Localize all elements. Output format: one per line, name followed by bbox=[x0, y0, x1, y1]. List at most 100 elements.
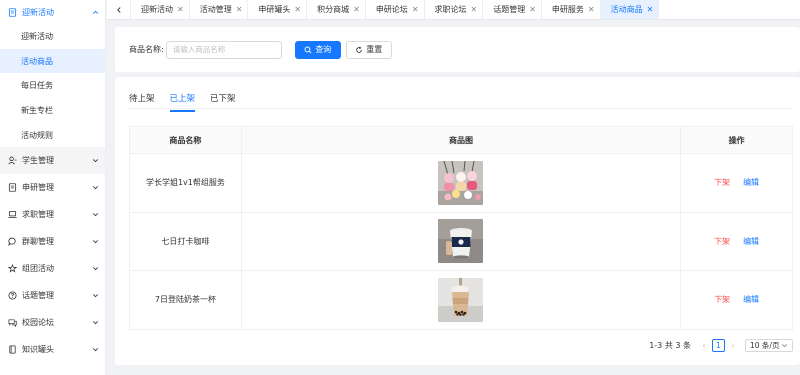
edit-link[interactable]: 编辑 bbox=[743, 295, 759, 304]
tab-job-forum[interactable]: 求职论坛 ✕ bbox=[425, 0, 484, 19]
close-icon[interactable]: ✕ bbox=[412, 5, 419, 14]
delist-link[interactable]: 下架 bbox=[714, 178, 730, 187]
close-icon[interactable]: ✕ bbox=[529, 5, 536, 14]
close-icon[interactable]: ✕ bbox=[353, 5, 360, 14]
sidebar-group-label: 迎新活动 bbox=[22, 7, 54, 17]
tab-grad-services[interactable]: 申研服务 ✕ bbox=[542, 0, 601, 19]
product-name-cell: 七日打卡咖啡 bbox=[129, 211, 242, 271]
product-image-cell bbox=[240, 270, 682, 330]
sidebar-group-label: 校园论坛 bbox=[22, 318, 54, 328]
sidebar-item-freshman-column[interactable]: 新生专栏 bbox=[0, 98, 105, 123]
tab-label: 申研论坛 bbox=[375, 5, 408, 14]
tab-label: 迎新活动 bbox=[141, 5, 173, 14]
sidebar-item-activity-products[interactable]: 活动商品 bbox=[0, 48, 105, 74]
close-icon[interactable]: ✕ bbox=[177, 5, 184, 14]
tab-label: 申研服务 bbox=[551, 5, 584, 14]
close-icon[interactable]: ✕ bbox=[294, 5, 301, 14]
chevron-down-icon bbox=[782, 344, 787, 348]
prev-page-icon[interactable]: ‹ bbox=[698, 341, 710, 350]
tab-points-mall[interactable]: 积分商城 ✕ bbox=[307, 0, 366, 19]
document-icon bbox=[8, 183, 17, 193]
table-row: 学长学姐1v1帮组服务 下架 编辑 bbox=[129, 153, 793, 213]
chevron-left-icon[interactable] bbox=[107, 0, 131, 19]
sidebar-group-label: 申研管理 bbox=[22, 183, 54, 193]
chevron-down-icon bbox=[92, 184, 99, 191]
sidebar-group-jobs[interactable]: 求职管理 bbox=[0, 201, 105, 228]
tab-grad-cans[interactable]: 申研罐头 ✕ bbox=[248, 0, 308, 19]
tab-grad-forum[interactable]: 申研论坛 ✕ bbox=[366, 0, 425, 19]
search-panel: 商品名称: 查询 重置 bbox=[115, 27, 800, 72]
chevron-down-icon bbox=[92, 211, 99, 218]
tab-pending[interactable]: 待上架 bbox=[129, 88, 155, 108]
search-icon bbox=[304, 46, 312, 54]
product-name-input[interactable] bbox=[165, 40, 282, 59]
sidebar-group-knowledge[interactable]: 知识罐头 bbox=[0, 336, 105, 363]
sidebar-group-welcome[interactable]: 迎新活动 bbox=[0, 0, 105, 24]
chevron-down-icon bbox=[92, 292, 99, 299]
close-icon[interactable]: ✕ bbox=[647, 5, 654, 14]
close-icon[interactable]: ✕ bbox=[236, 5, 243, 14]
refresh-icon bbox=[356, 46, 363, 53]
sidebar-group-label: 求职管理 bbox=[22, 210, 54, 220]
product-name-cell: 7日登陆奶茶一杯 bbox=[129, 270, 242, 330]
page-size-select[interactable]: 10 条/页 bbox=[745, 339, 793, 352]
page-number[interactable]: 1 bbox=[712, 339, 725, 352]
coffee-cup-photo bbox=[438, 219, 484, 264]
header-product-image: 商品图 bbox=[240, 126, 682, 154]
sidebar-group-grad-application[interactable]: 申研管理 bbox=[0, 174, 105, 201]
sidebar-group-campus-forum[interactable]: 校园论坛 bbox=[0, 309, 105, 336]
reset-button[interactable]: 重置 bbox=[345, 40, 392, 59]
tab-label: 求职论坛 bbox=[434, 5, 467, 14]
edit-link[interactable]: 编辑 bbox=[743, 237, 759, 246]
product-image-cell bbox=[240, 153, 682, 213]
sidebar-item-daily-tasks[interactable]: 每日任务 bbox=[0, 73, 105, 98]
sidebar: 迎新活动 迎新活动 活动商品 每日任务 新生专栏 活动规则 学生管理 申研管理 … bbox=[0, 0, 106, 375]
operations-cell: 下架 编辑 bbox=[680, 270, 793, 330]
sidebar-group-label: 群聊管理 bbox=[22, 237, 54, 247]
query-button[interactable]: 查询 bbox=[294, 40, 341, 59]
document-icon bbox=[8, 7, 17, 17]
products-table: 商品名称 商品图 操作 学长学姐1v1帮组服务 下架 编辑 七日打卡咖啡 下架 … bbox=[129, 126, 793, 330]
edit-link[interactable]: 编辑 bbox=[743, 178, 759, 187]
sidebar-item-welcome-activity[interactable]: 迎新活动 bbox=[0, 24, 105, 49]
operations-cell: 下架 编辑 bbox=[680, 211, 793, 271]
question-icon bbox=[8, 291, 17, 300]
tab-activity-management[interactable]: 活动管理 ✕ bbox=[190, 0, 249, 19]
product-image-cell bbox=[240, 211, 682, 271]
delist-link[interactable]: 下架 bbox=[714, 295, 730, 304]
sidebar-item-activity-rules[interactable]: 活动规则 bbox=[0, 123, 105, 148]
delist-link[interactable]: 下架 bbox=[714, 237, 730, 246]
header-operations: 操作 bbox=[680, 126, 793, 154]
chevron-down-icon bbox=[92, 319, 99, 326]
tab-listed[interactable]: 已上架 bbox=[169, 88, 195, 112]
sidebar-group-students[interactable]: 学生管理 bbox=[0, 147, 105, 175]
sidebar-group-label: 话题管理 bbox=[22, 291, 54, 301]
tab-activity-products[interactable]: 活动商品 ✕ bbox=[600, 0, 660, 19]
close-icon[interactable]: ✕ bbox=[588, 5, 595, 14]
tabs-divider bbox=[129, 108, 793, 109]
sidebar-group-topics[interactable]: 话题管理 bbox=[0, 282, 105, 309]
next-page-icon[interactable]: › bbox=[727, 341, 739, 350]
group-icon bbox=[8, 264, 17, 274]
tab-delisted[interactable]: 已下架 bbox=[210, 88, 236, 108]
laptop-icon bbox=[8, 210, 17, 219]
tab-label: 活动商品 bbox=[610, 5, 643, 14]
user-icon bbox=[8, 156, 17, 165]
tab-welcome-activity[interactable]: 迎新活动 ✕ bbox=[131, 0, 190, 19]
sidebar-group-team-activities[interactable]: 组团活动 bbox=[0, 255, 105, 282]
tab-strip: 迎新活动 ✕ 活动管理 ✕ 申研罐头 ✕ 积分商城 ✕ 申研论坛 ✕ 求职论坛 ✕ 话题管理… bbox=[107, 0, 800, 20]
table-row: 七日打卡咖啡 下架 编辑 bbox=[129, 211, 793, 271]
chevron-down-icon bbox=[92, 265, 99, 272]
sidebar-group-group-chats[interactable]: 群聊管理 bbox=[0, 228, 105, 255]
tab-topic-management[interactable]: 话题管理 ✕ bbox=[483, 0, 542, 19]
book-icon bbox=[8, 345, 17, 354]
tab-label: 话题管理 bbox=[493, 5, 526, 14]
close-icon[interactable]: ✕ bbox=[471, 5, 478, 14]
products-panel: 待上架 已上架 已下架 商品名称 商品图 操作 学长学姐1v1帮组服务 下架 编… bbox=[115, 77, 800, 365]
tab-label: 积分商城 bbox=[317, 5, 350, 14]
sidebar-group-label: 学生管理 bbox=[22, 156, 54, 166]
chevron-down-icon bbox=[92, 238, 99, 245]
operations-cell: 下架 编辑 bbox=[680, 153, 793, 213]
milk-tea-photo bbox=[438, 277, 484, 322]
keychains-photo bbox=[438, 160, 484, 205]
